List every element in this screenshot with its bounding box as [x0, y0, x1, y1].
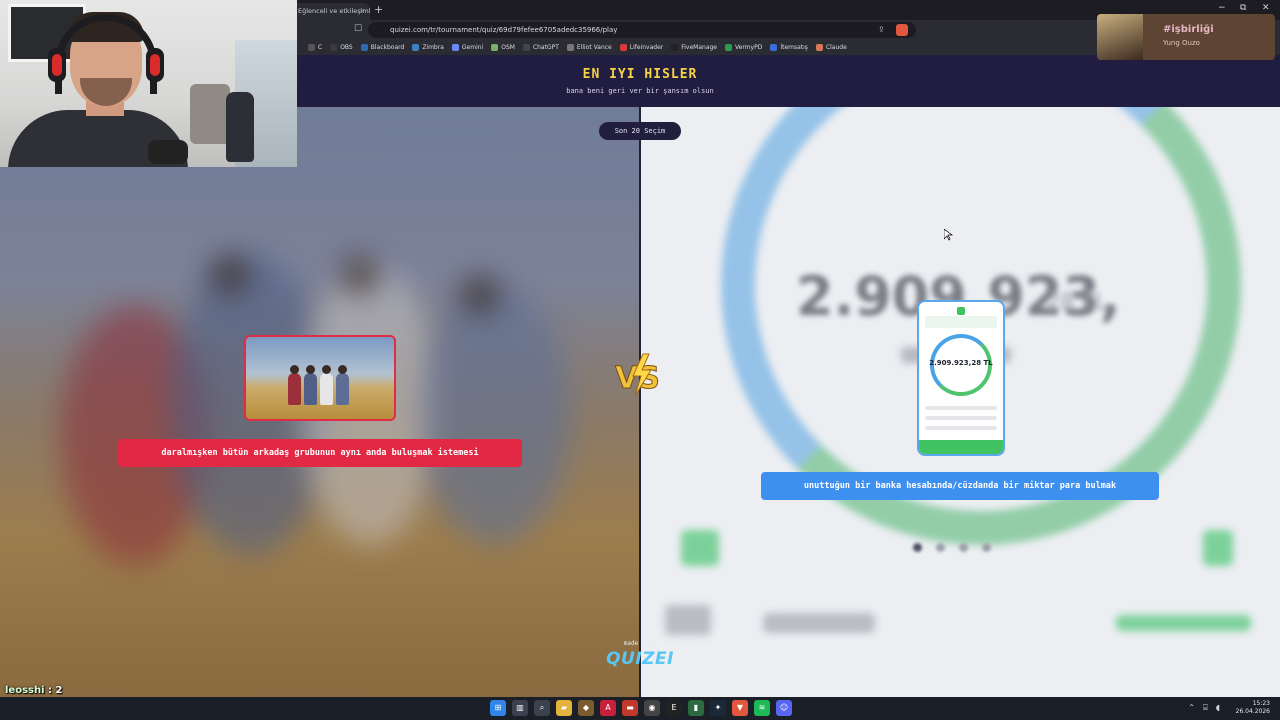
task-view-icon[interactable]: ▥: [512, 700, 528, 716]
discord-icon[interactable]: ☺: [776, 700, 792, 716]
bookmark-item[interactable]: Lifeinvader: [619, 44, 664, 51]
quiz-header: EN IYI HISLER bana beni geri ver bir şan…: [296, 55, 1280, 107]
now-playing-widget: #işbirliği Yung Ouzo: [1097, 14, 1275, 60]
bookmark-item[interactable]: Gemini: [451, 44, 484, 51]
system-tray: ⌃ ⌸ ◖: [1188, 703, 1220, 713]
bookmark-label: Elliot Vance: [576, 44, 612, 51]
bookmark-item[interactable]: İtemsatış: [770, 44, 808, 51]
close-window-button[interactable]: ✕: [1262, 3, 1270, 13]
bookmark-item[interactable]: OBS: [330, 44, 353, 51]
bookmark-favicon-icon: [725, 44, 732, 51]
minimize-button[interactable]: −: [1218, 3, 1226, 13]
album-art: [1097, 14, 1143, 60]
now-playing-artist: Yung Ouzo: [1163, 39, 1200, 47]
chat-count: : 2: [48, 685, 63, 696]
tab-close-icon[interactable]: ×: [359, 3, 365, 20]
left-option-label[interactable]: daralmışken bütün arkadaş grubunun aynı …: [118, 439, 522, 467]
bookmark-item[interactable]: ChatGPT: [522, 44, 559, 51]
carousel-dots: [913, 543, 991, 552]
steam-icon[interactable]: ✦: [710, 700, 726, 716]
round-indicator: Son 20 Seçim: [599, 122, 681, 140]
bookmark-favicon-icon: [451, 44, 459, 51]
chat-message: leosshi : 2: [5, 685, 62, 696]
bookmark-favicon-icon: [815, 44, 823, 51]
bookmark-label: OBS: [340, 44, 353, 51]
bookmark-favicon-icon: [566, 44, 574, 51]
tray-chevron-icon[interactable]: ⌃: [1188, 703, 1195, 713]
app-icon[interactable]: ▬: [622, 700, 638, 716]
bookmark-item[interactable]: Zimbra: [412, 44, 444, 51]
app-icon[interactable]: A: [600, 700, 616, 716]
network-icon[interactable]: ⌸: [1203, 703, 1208, 713]
browser-tab[interactable]: Eğlenceli ve etkileşimli quiz… ×: [290, 3, 370, 20]
bookmark-favicon-icon: [308, 44, 315, 51]
bookmark-item[interactable]: Elliot Vance: [566, 44, 612, 51]
taskbar-clock[interactable]: 15:23 26.04.2026: [1236, 700, 1270, 716]
bookmark-label: Claude: [825, 44, 847, 51]
quiz-subtitle: bana beni geri ver bir şansım olsun: [566, 87, 714, 95]
app-icon[interactable]: ◆: [578, 700, 594, 716]
bookmark-favicon-icon: [491, 44, 499, 51]
right-option-image[interactable]: 2.909.923,28 TL: [917, 300, 1005, 456]
bookmark-item[interactable]: Blackboard: [360, 44, 405, 51]
bookmark-favicon-icon: [619, 44, 627, 51]
new-tab-button[interactable]: +: [374, 3, 383, 16]
brave-browser-icon[interactable]: ▼: [732, 700, 748, 716]
app-icon[interactable]: ▮: [688, 700, 704, 716]
bookmark-label: VermyPD: [735, 44, 763, 51]
bookmark-label: C: [318, 44, 323, 51]
left-option-image[interactable]: [244, 335, 396, 421]
volume-icon[interactable]: ◖: [1216, 703, 1220, 713]
webcam-overlay: [0, 0, 297, 167]
clock-time: 15:23: [1252, 700, 1270, 707]
search-icon[interactable]: ⌕: [534, 700, 550, 716]
bookmark-favicon-icon: [671, 44, 679, 51]
bookmark-favicon-icon: [770, 44, 778, 51]
app-icon[interactable]: E: [666, 700, 682, 716]
bookmark-label: OSM: [501, 44, 515, 51]
bookmark-favicon-icon: [360, 44, 368, 51]
bookmark-favicon-icon: [330, 44, 338, 51]
blurred-amount-cents: 28 TL: [1046, 290, 1107, 315]
phone-amount: 2.909.923,28 TL: [929, 359, 993, 367]
file-explorer-icon[interactable]: ▰: [556, 700, 572, 716]
bookmark-label: İtemsatış: [780, 44, 808, 51]
bookmark-label: Blackboard: [370, 44, 405, 51]
share-icon[interactable]: ⇪: [878, 22, 885, 38]
bookmark-label: FiveManage: [681, 44, 717, 51]
bookmark-page-icon[interactable]: ☐: [354, 24, 362, 34]
bookmark-item[interactable]: OSM: [491, 44, 515, 51]
bookmark-favicon-icon: [522, 44, 530, 51]
clock-date: 26.04.2026: [1235, 708, 1270, 715]
obs-icon[interactable]: ◉: [644, 700, 660, 716]
address-bar[interactable]: quizei.com/tr/tournament/quiz/69d79fefee…: [368, 22, 916, 38]
bookmark-label: Zimbra: [422, 44, 444, 51]
quizei-logo[interactable]: QUIZEI: [600, 649, 680, 669]
bookmark-item[interactable]: FiveManage: [671, 44, 717, 51]
bookmark-item[interactable]: VermyPD: [725, 44, 762, 51]
right-option-label[interactable]: unuttuğun bir banka hesabında/cüzdanda b…: [761, 472, 1159, 500]
mouse-cursor-icon: [944, 229, 953, 241]
bookmark-favicon-icon: [412, 44, 420, 51]
spotify-icon[interactable]: ≋: [754, 700, 770, 716]
now-playing-title: #işbirliği: [1163, 24, 1214, 35]
taskbar: ⊞ ▥ ⌕ ▰ ◆ A ▬ ◉ E ▮ ✦ ▼ ≋ ☺ ⌃ ⌸ ◖ 15:23 …: [0, 697, 1280, 720]
made-with-text: made with: [623, 640, 657, 647]
chat-user: leosshi: [5, 685, 45, 696]
quiz-title: EN IYI HISLER: [582, 67, 698, 82]
screen: Eğlenceli ve etkileşimli quiz… × + − ⧉ ✕…: [0, 0, 1280, 720]
maximize-button[interactable]: ⧉: [1240, 3, 1246, 13]
brave-shield-icon[interactable]: [896, 24, 908, 36]
bookmark-item[interactable]: C: [308, 44, 322, 51]
bookmark-item[interactable]: Claude: [815, 44, 847, 51]
vs-lightning-icon: VS: [615, 353, 660, 397]
windows-start-icon[interactable]: ⊞: [490, 700, 506, 716]
bookmark-label: Lifeinvader: [629, 44, 664, 51]
bookmark-label: ChatGPT: [532, 44, 559, 51]
bookmark-label: Gemini: [461, 44, 484, 51]
